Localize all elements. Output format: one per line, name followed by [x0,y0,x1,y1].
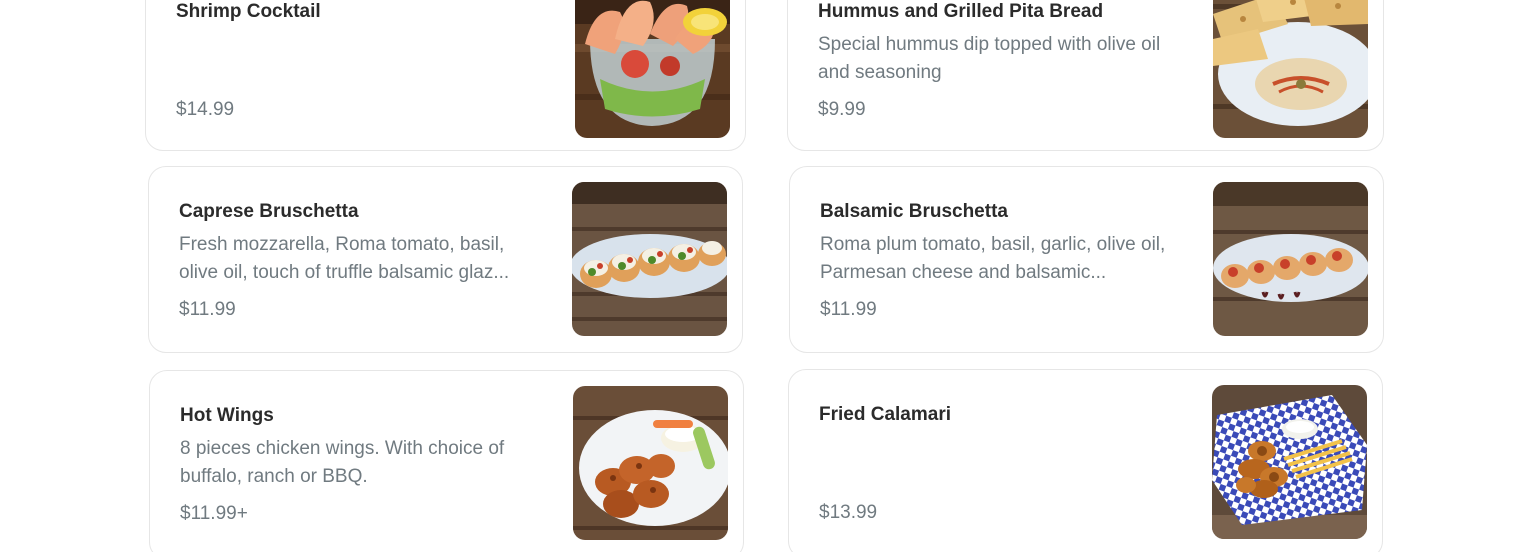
menu-item-info: Shrimp Cocktail $14.99 [176,0,536,150]
menu-item-name: Balsamic Bruschetta [820,201,1008,222]
menu-item-card[interactable]: Balsamic Bruschetta Roma plum tomato, ba… [789,166,1384,353]
menu-item-name: Fried Calamari [819,404,951,425]
menu-item-card[interactable]: Fried Calamari $13.99 [788,369,1383,552]
menu-item-description: Special hummus dip topped with olive oil… [818,34,1161,83]
caprese-bruschetta-image [572,182,727,336]
menu-item-name: Shrimp Cocktail [176,1,321,22]
menu-item-price: $9.99 [818,99,866,120]
balsamic-bruschetta-image [1213,182,1368,336]
balsamic-bruschetta-photo[interactable] [1213,182,1368,336]
menu-item-description: 8 pieces chicken wings. With choice of b… [180,438,505,487]
hummus-pita-photo[interactable] [1213,0,1368,138]
hummus-pita-image [1213,0,1368,138]
menu-grid: Shrimp Cocktail $14.99 Hummus and Grille… [0,0,1530,552]
hot-wings-image [573,386,728,540]
menu-item-price: $11.99 [179,299,236,320]
menu-item-info: Caprese Bruschetta Fresh mozzarella, Rom… [179,167,539,352]
menu-item-info: Fried Calamari $13.99 [819,370,1179,552]
menu-item-info: Balsamic Bruschetta Roma plum tomato, ba… [820,167,1180,352]
menu-item-info: Hummus and Grilled Pita Bread Special hu… [818,0,1178,150]
shrimp-cocktail-photo[interactable] [575,0,730,138]
menu-item-price: $13.99 [819,502,878,523]
hot-wings-photo[interactable] [573,386,728,540]
fried-calamari-photo[interactable] [1212,385,1367,539]
menu-item-card[interactable]: Hummus and Grilled Pita Bread Special hu… [787,0,1384,151]
menu-item-price: $11.99 [820,299,877,320]
menu-item-name: Hummus and Grilled Pita Bread [818,1,1104,22]
menu-item-card[interactable]: Hot Wings 8 pieces chicken wings. With c… [149,370,744,552]
menu-item-name: Caprese Bruschetta [179,201,359,222]
menu-item-info: Hot Wings 8 pieces chicken wings. With c… [180,371,540,552]
menu-item-name: Hot Wings [180,405,274,426]
menu-item-description: Fresh mozzarella, Roma tomato, basil, ol… [179,234,510,283]
menu-item-card[interactable]: Caprese Bruschetta Fresh mozzarella, Rom… [148,166,743,353]
menu-item-card[interactable]: Shrimp Cocktail $14.99 [145,0,746,151]
menu-item-description: Roma plum tomato, basil, garlic, olive o… [820,234,1166,283]
shrimp-cocktail-image [575,0,730,138]
fried-calamari-image [1212,385,1367,539]
caprese-bruschetta-photo[interactable] [572,182,727,336]
menu-item-price: $11.99+ [180,503,248,524]
menu-item-price: $14.99 [176,99,235,120]
